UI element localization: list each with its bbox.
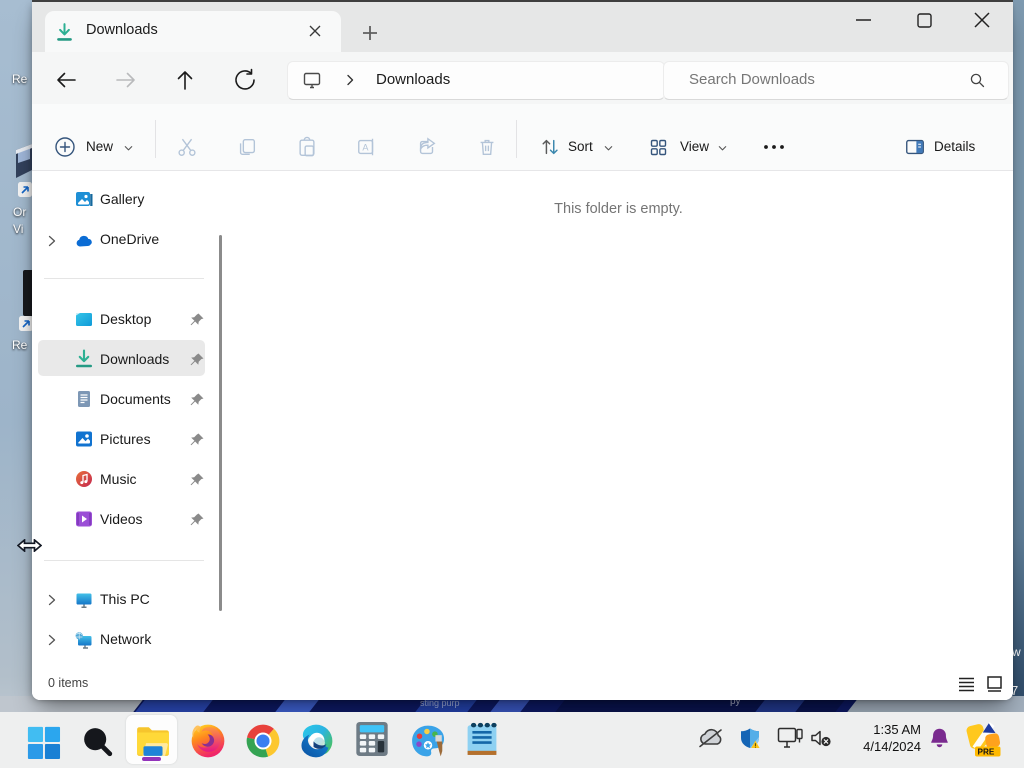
- svg-text:PRE: PRE: [978, 748, 995, 757]
- svg-text:A: A: [362, 143, 369, 153]
